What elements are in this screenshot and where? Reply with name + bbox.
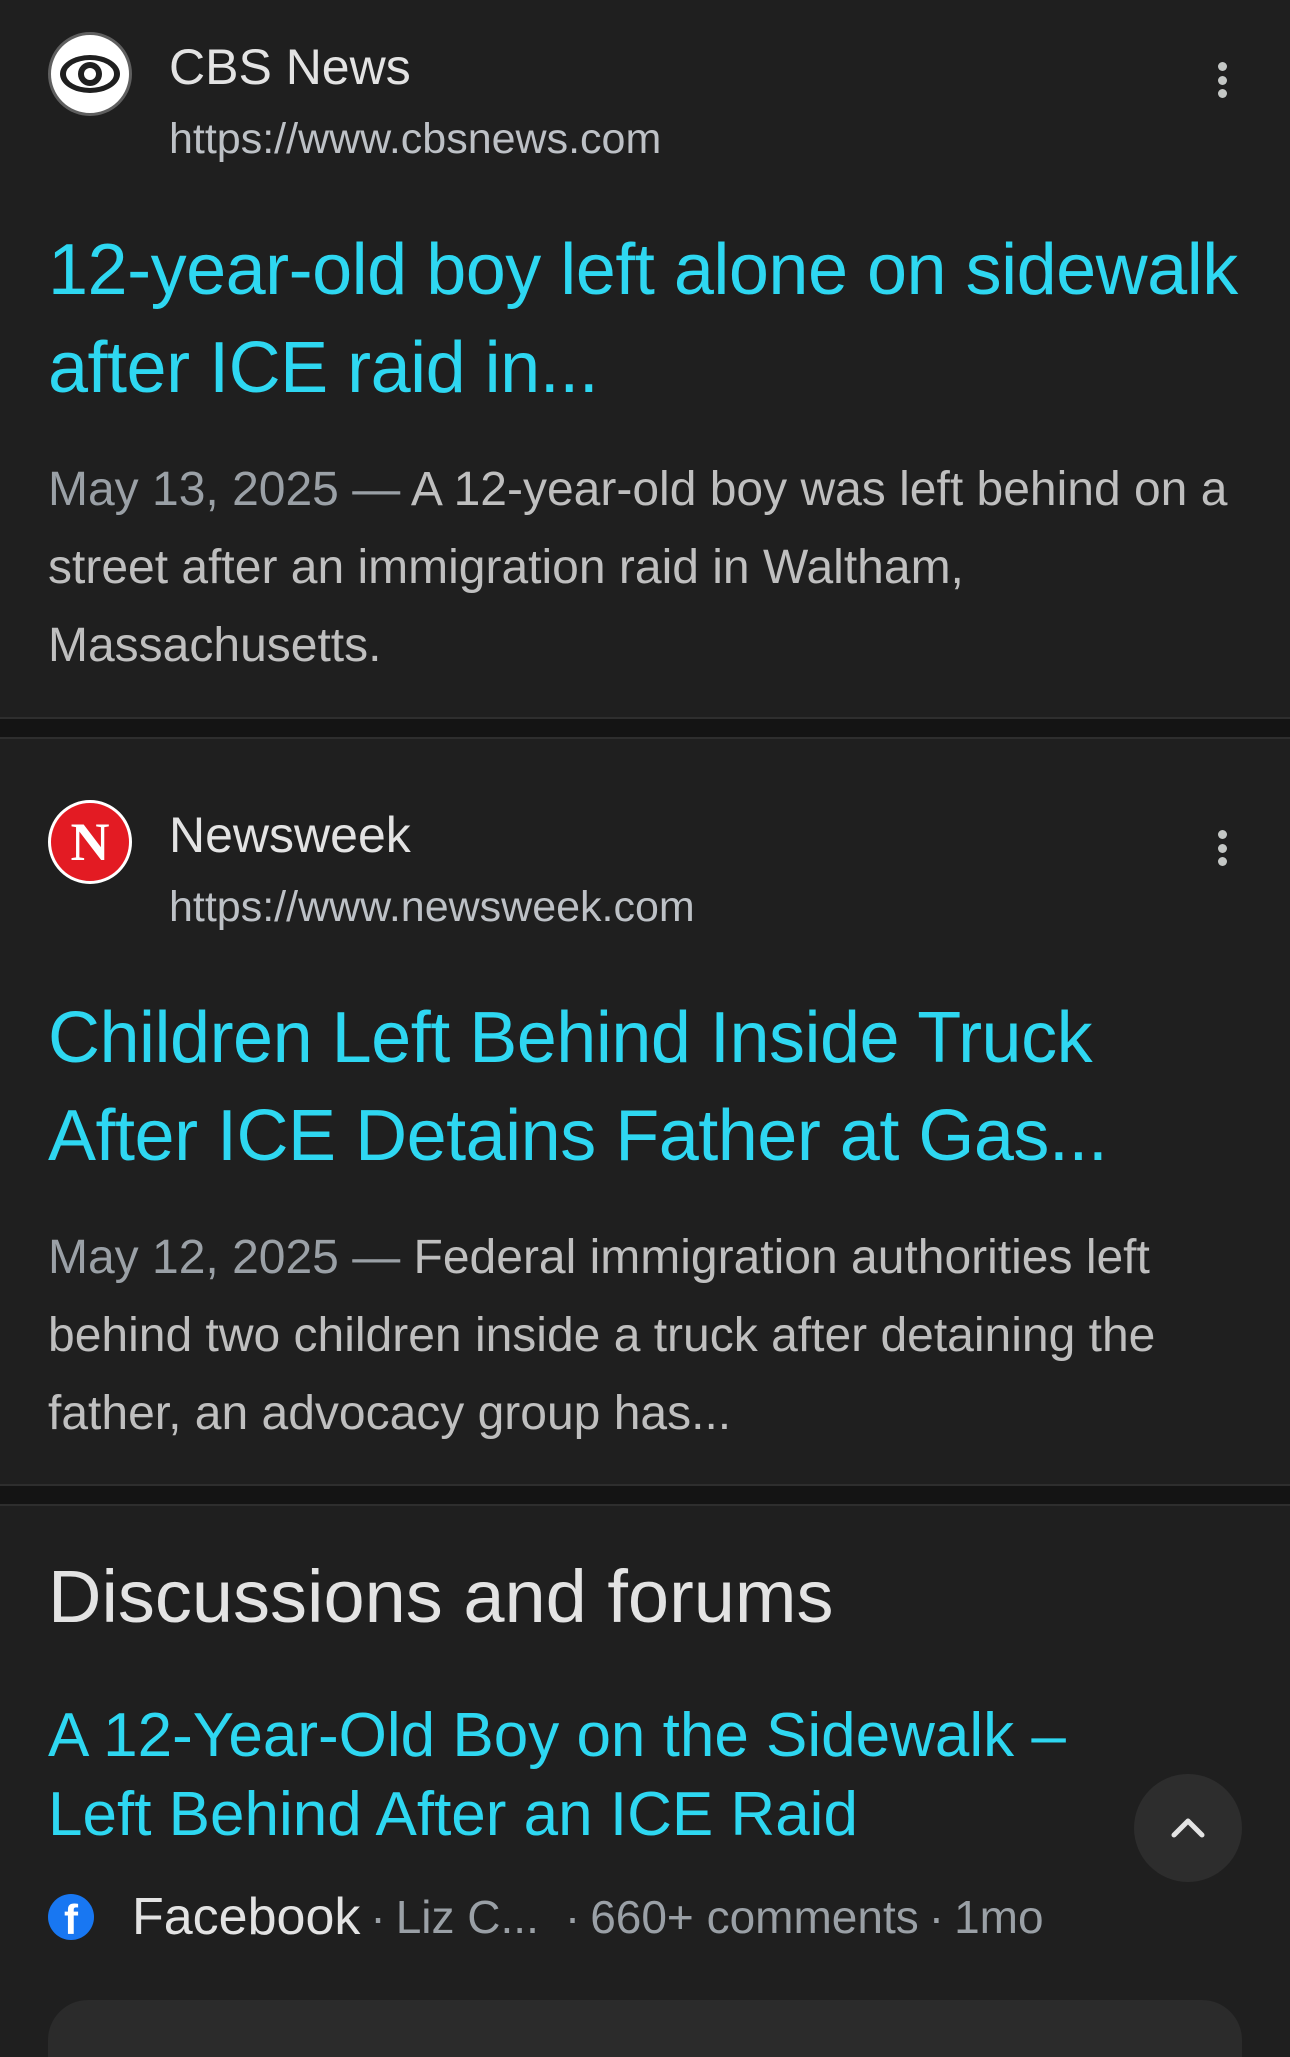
result-title-link[interactable]: Children Left Behind Inside Truck After … — [48, 989, 1248, 1185]
forum-platform: Facebook — [132, 1888, 361, 1946]
more-vert-icon[interactable] — [1202, 828, 1242, 868]
newsweek-n-icon: N — [48, 800, 132, 884]
search-result: N Newsweek https://www.newsweek.com Chil… — [0, 768, 1290, 1468]
cbs-eye-icon — [48, 32, 132, 116]
chevron-up-icon — [1171, 1818, 1205, 1838]
result-date: May 13, 2025 — [48, 463, 339, 516]
result-divider — [0, 1484, 1290, 1506]
result-title-link[interactable]: 12-year-old boy left alone on sidewalk a… — [48, 221, 1248, 417]
forum-post-meta: f Facebook · Liz C... · 660+ comments · … — [48, 1884, 1248, 1950]
meta-separator: · — [928, 1891, 945, 1943]
result-date: May 12, 2025 — [48, 1231, 339, 1284]
facebook-letter: f — [64, 1896, 78, 1941]
site-name: CBS News — [169, 39, 411, 95]
result-snippet: May 12, 2025 — Federal immigration autho… — [48, 1219, 1248, 1453]
result-snippet: May 13, 2025 — A 12-year-old boy was lef… — [48, 451, 1248, 685]
site-name: Newsweek — [169, 807, 411, 863]
forum-author: Liz C... — [395, 1891, 539, 1943]
site-url: https://www.cbsnews.com — [169, 115, 662, 163]
search-results-page: CBS News https://www.cbsnews.com 12-year… — [0, 0, 1290, 2057]
forum-preview-card[interactable] — [48, 2000, 1242, 2057]
favicon-letter: N — [70, 812, 110, 872]
scroll-to-top-button[interactable] — [1134, 1774, 1242, 1882]
date-dash: — — [338, 463, 411, 516]
site-url: https://www.newsweek.com — [169, 883, 695, 931]
more-vert-icon[interactable] — [1202, 60, 1242, 100]
result-source[interactable]: CBS News https://www.cbsnews.com — [48, 0, 1242, 163]
result-source[interactable]: N Newsweek https://www.newsweek.com — [48, 768, 1242, 931]
meta-separator: · — [564, 1891, 581, 1943]
search-result: CBS News https://www.cbsnews.com 12-year… — [0, 0, 1290, 700]
facebook-icon: f — [48, 1894, 94, 1940]
section-heading: Discussions and forums — [48, 1555, 834, 1638]
date-dash: — — [338, 1231, 414, 1284]
forum-age: 1mo — [954, 1891, 1044, 1943]
forum-comment-count: 660+ comments — [590, 1891, 919, 1943]
forum-post-title-link[interactable]: A 12-Year-Old Boy on the Sidewalk – Left… — [48, 1696, 1128, 1854]
result-divider — [0, 717, 1290, 739]
meta-separator: · — [370, 1891, 386, 1943]
